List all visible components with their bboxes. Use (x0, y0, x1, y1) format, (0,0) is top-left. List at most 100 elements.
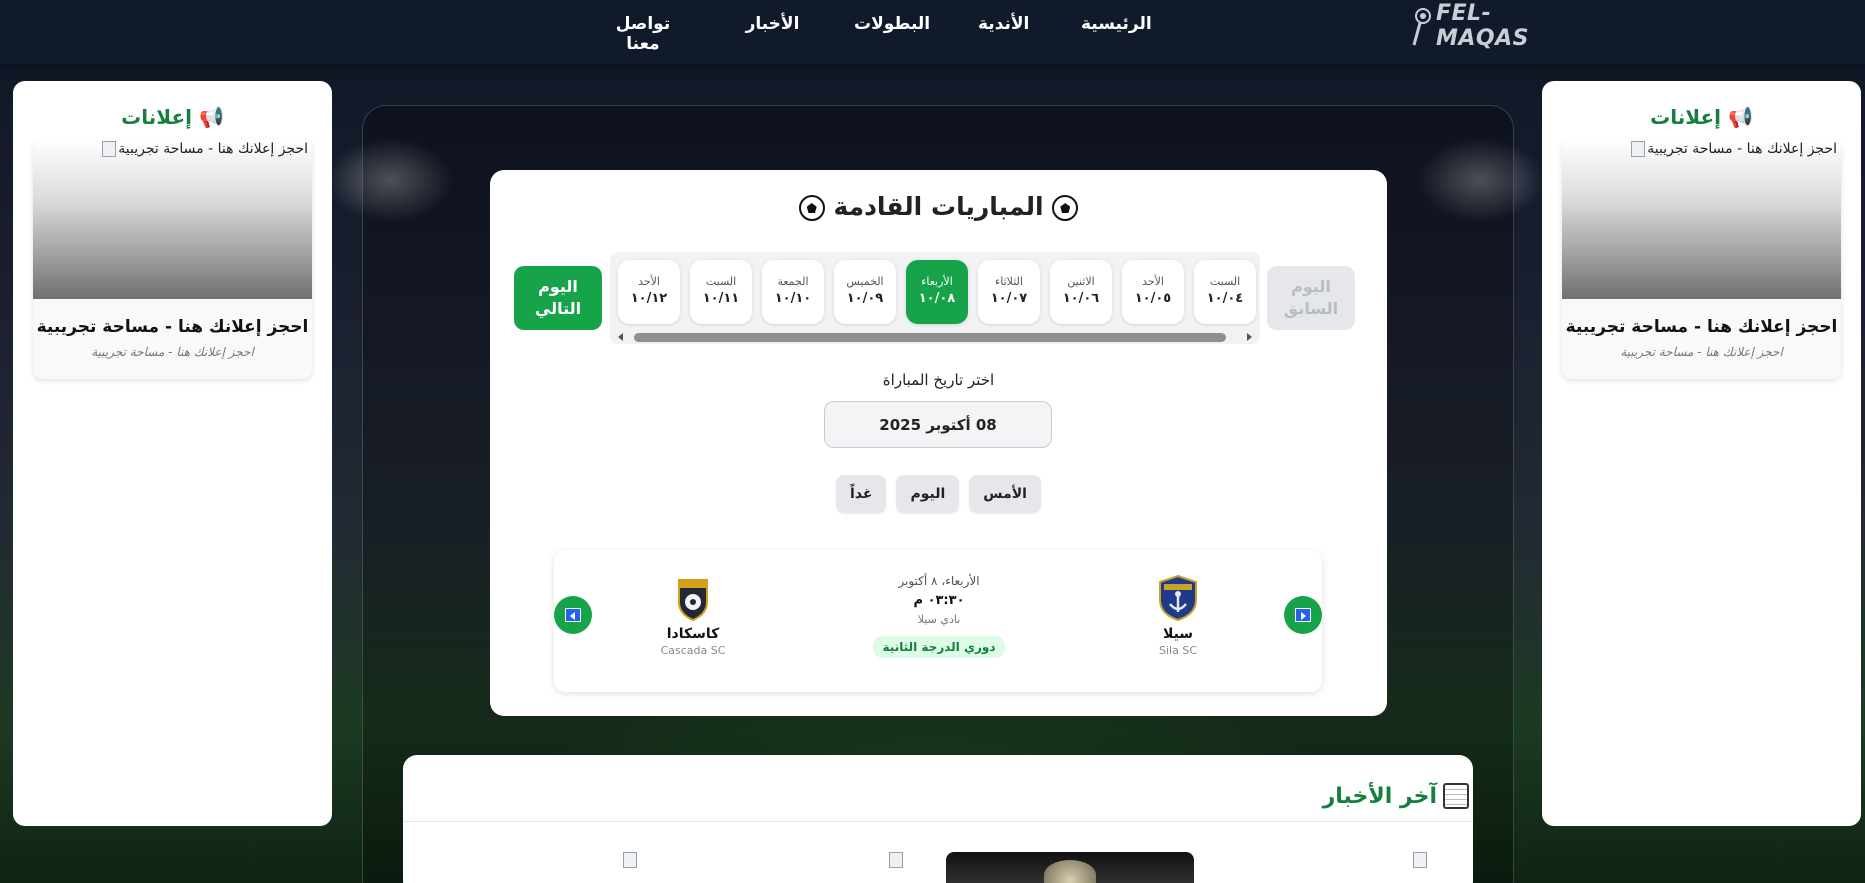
days-scrollbar[interactable] (618, 330, 1252, 342)
ads-title-text: إعلانات (1650, 105, 1721, 129)
day-tab[interactable]: السبت ١٠/٠٤ (1194, 260, 1256, 324)
scroll-left-arrow-icon[interactable] (618, 333, 623, 341)
match-venue: نادي سيلا (917, 613, 961, 626)
day-name: الخميس (846, 275, 884, 288)
day-name: السبت (1209, 275, 1241, 288)
day-date: ١٠/٠٧ (990, 291, 1028, 306)
ad-image-alt-text: احجز إعلانك هنا - مساحة تجريبية (118, 141, 308, 157)
day-tab[interactable]: الجمعة ١٠/١٠ (762, 260, 824, 324)
news-heading: آخر الأخبار (1323, 783, 1469, 809)
match-date-input[interactable]: 08 أكتوبر 2025 (824, 401, 1052, 448)
arrow-right-icon (1295, 608, 1311, 622)
ads-heading: 📢 إعلانات (13, 105, 332, 129)
latest-news-section: آخر الأخبار (403, 755, 1473, 883)
broken-image-icon (889, 852, 903, 868)
day-tab[interactable]: السبت ١٠/١١ (690, 260, 752, 324)
day-tab[interactable]: الخميس ١٠/٠٩ (834, 260, 896, 324)
home-team-english: Sila SC (1159, 644, 1197, 657)
day-name: الأربعاء (921, 275, 953, 288)
broken-image-icon (1631, 141, 1646, 157)
ad-image: احجز إعلانك هنا - مساحة تجريبية (1562, 139, 1841, 299)
trophy-image (1044, 860, 1096, 883)
sila-crest-icon (1156, 574, 1200, 622)
match-info: الأربعاء، ٨ أكتوبر ٠٣:٣٠ م نادي سيلا دور… (854, 574, 1024, 658)
ad-card-title: احجز إعلانك هنا - مساحة تجريبية (1565, 317, 1838, 337)
previous-match-button[interactable] (554, 596, 592, 634)
home-team-name: سيلا (1162, 626, 1194, 642)
ad-card[interactable]: احجز إعلانك هنا - مساحة تجريبية احجز إعل… (1562, 139, 1841, 379)
match-card[interactable]: سيلا Sila SC الأربعاء، ٨ أكتوبر ٠٣:٣٠ م … (554, 550, 1322, 692)
yesterday-button[interactable]: الأمس (969, 475, 1041, 513)
match-date: الأربعاء، ٨ أكتوبر (898, 574, 980, 588)
ad-image: احجز إعلانك هنا - مساحة تجريبية (33, 139, 312, 299)
news-item[interactable] (679, 852, 927, 883)
next-day-button[interactable]: اليوم التالي (514, 266, 602, 330)
day-date: ١٠/٠٦ (1062, 291, 1100, 306)
news-item[interactable] (1203, 852, 1451, 883)
day-name: السبت (705, 275, 737, 288)
date-picker-label: اختر تاريخ المباراة (882, 371, 995, 389)
previous-day-button[interactable]: اليوم السابق (1267, 266, 1355, 330)
day-tab-selected[interactable]: الأربعاء ١٠/٠٨ (906, 260, 968, 324)
ad-panel-right: 📢 إعلانات احجز إعلانك هنا - مساحة تجريبي… (1542, 81, 1861, 826)
football-icon (1052, 195, 1079, 221)
tomorrow-button[interactable]: غداً (836, 475, 887, 513)
next-match-button[interactable] (1284, 596, 1322, 634)
day-tab[interactable]: الثلاثاء ١٠/٠٧ (978, 260, 1040, 324)
away-team-english: Cascada SC (660, 644, 726, 657)
ad-card-title: احجز إعلانك هنا - مساحة تجريبية (36, 317, 309, 337)
upcoming-matches-card: المباريات القادمة اليوم السابق السبت ١٠/… (490, 170, 1387, 716)
ad-card-subtitle: احجز إعلانك هنا - مساحة تجريبية (1620, 345, 1783, 359)
ad-card-subtitle: احجز إعلانك هنا - مساحة تجريبية (91, 345, 254, 359)
ad-panel-left: 📢 إعلانات احجز إعلانك هنا - مساحة تجريبي… (13, 81, 332, 826)
day-name: الأحد (638, 275, 660, 288)
nav-link-tournaments[interactable]: البطولات (854, 14, 930, 54)
day-date: ١٠/١١ (702, 291, 740, 306)
away-team-name: كاسكادا (666, 626, 720, 642)
ad-image-alt: احجز إعلانك هنا - مساحة تجريبية (1631, 141, 1837, 157)
day-tab[interactable]: الأحد ١٠/٠٥ (1122, 260, 1184, 324)
nav-link-home[interactable]: الرئيسية (1081, 14, 1152, 54)
day-date: ١٠/٠٥ (1134, 291, 1172, 306)
newspaper-icon (1443, 783, 1469, 809)
news-item[interactable] (946, 852, 1194, 883)
broken-image-icon (102, 141, 117, 157)
megaphone-icon: 📢 (1727, 105, 1753, 129)
matches-title-text: المباريات القادمة (833, 192, 1044, 221)
day-tab[interactable]: الاثنين ١٠/٠٦ (1050, 260, 1112, 324)
ad-card[interactable]: احجز إعلانك هنا - مساحة تجريبية احجز إعل… (33, 139, 312, 379)
site-logo[interactable]: FEL-MAQAS (1410, 1, 1565, 51)
megaphone-icon: 📢 (198, 105, 224, 129)
day-name: الاثنين (1067, 275, 1095, 288)
broken-image-icon (1413, 852, 1427, 868)
ad-image-alt-text: احجز إعلانك هنا - مساحة تجريبية (1647, 141, 1837, 157)
nav-link-clubs[interactable]: الأندية (978, 14, 1029, 54)
nav-link-contact[interactable]: تواصل معنا (598, 14, 688, 54)
day-name: الجمعة (777, 275, 809, 288)
quick-date-buttons: الأمس اليوم غداً (490, 475, 1387, 513)
divider (403, 821, 1473, 822)
broken-image-icon (623, 852, 637, 868)
matches-heading: المباريات القادمة (490, 192, 1387, 221)
day-date: ١٠/٠٩ (846, 291, 884, 306)
day-date: ١٠/٠٤ (1206, 291, 1244, 306)
league-badge: دوري الدرجة الثانية (872, 636, 1006, 658)
ad-image-alt: احجز إعلانك هنا - مساحة تجريبية (102, 141, 308, 157)
cascada-crest-icon (671, 574, 715, 622)
microphone-logo-icon (1410, 7, 1432, 46)
top-navbar: FEL-MAQAS تواصل معنا الأخبار البطولات ال… (0, 0, 1865, 64)
ads-title-text: إعلانات (121, 105, 192, 129)
days-strip: السبت ١٠/٠٤ الأحد ١٠/٠٥ الاثنين ١٠/٠٦ ال… (610, 252, 1260, 344)
news-item[interactable] (413, 852, 661, 883)
arrow-left-icon (565, 608, 581, 622)
day-name: الثلاثاء (995, 275, 1023, 288)
scroll-right-arrow-icon[interactable] (1247, 333, 1252, 341)
football-icon (798, 195, 825, 221)
day-tab[interactable]: الأحد ١٠/١٢ (618, 260, 680, 324)
scrollbar-thumb[interactable] (634, 333, 1226, 342)
today-button[interactable]: اليوم (896, 475, 960, 513)
ads-heading: 📢 إعلانات (1542, 105, 1861, 129)
away-team: كاسكادا Cascada SC (643, 574, 743, 657)
nav-link-news[interactable]: الأخبار (745, 14, 800, 54)
match-time: ٠٣:٣٠ م (913, 593, 965, 608)
